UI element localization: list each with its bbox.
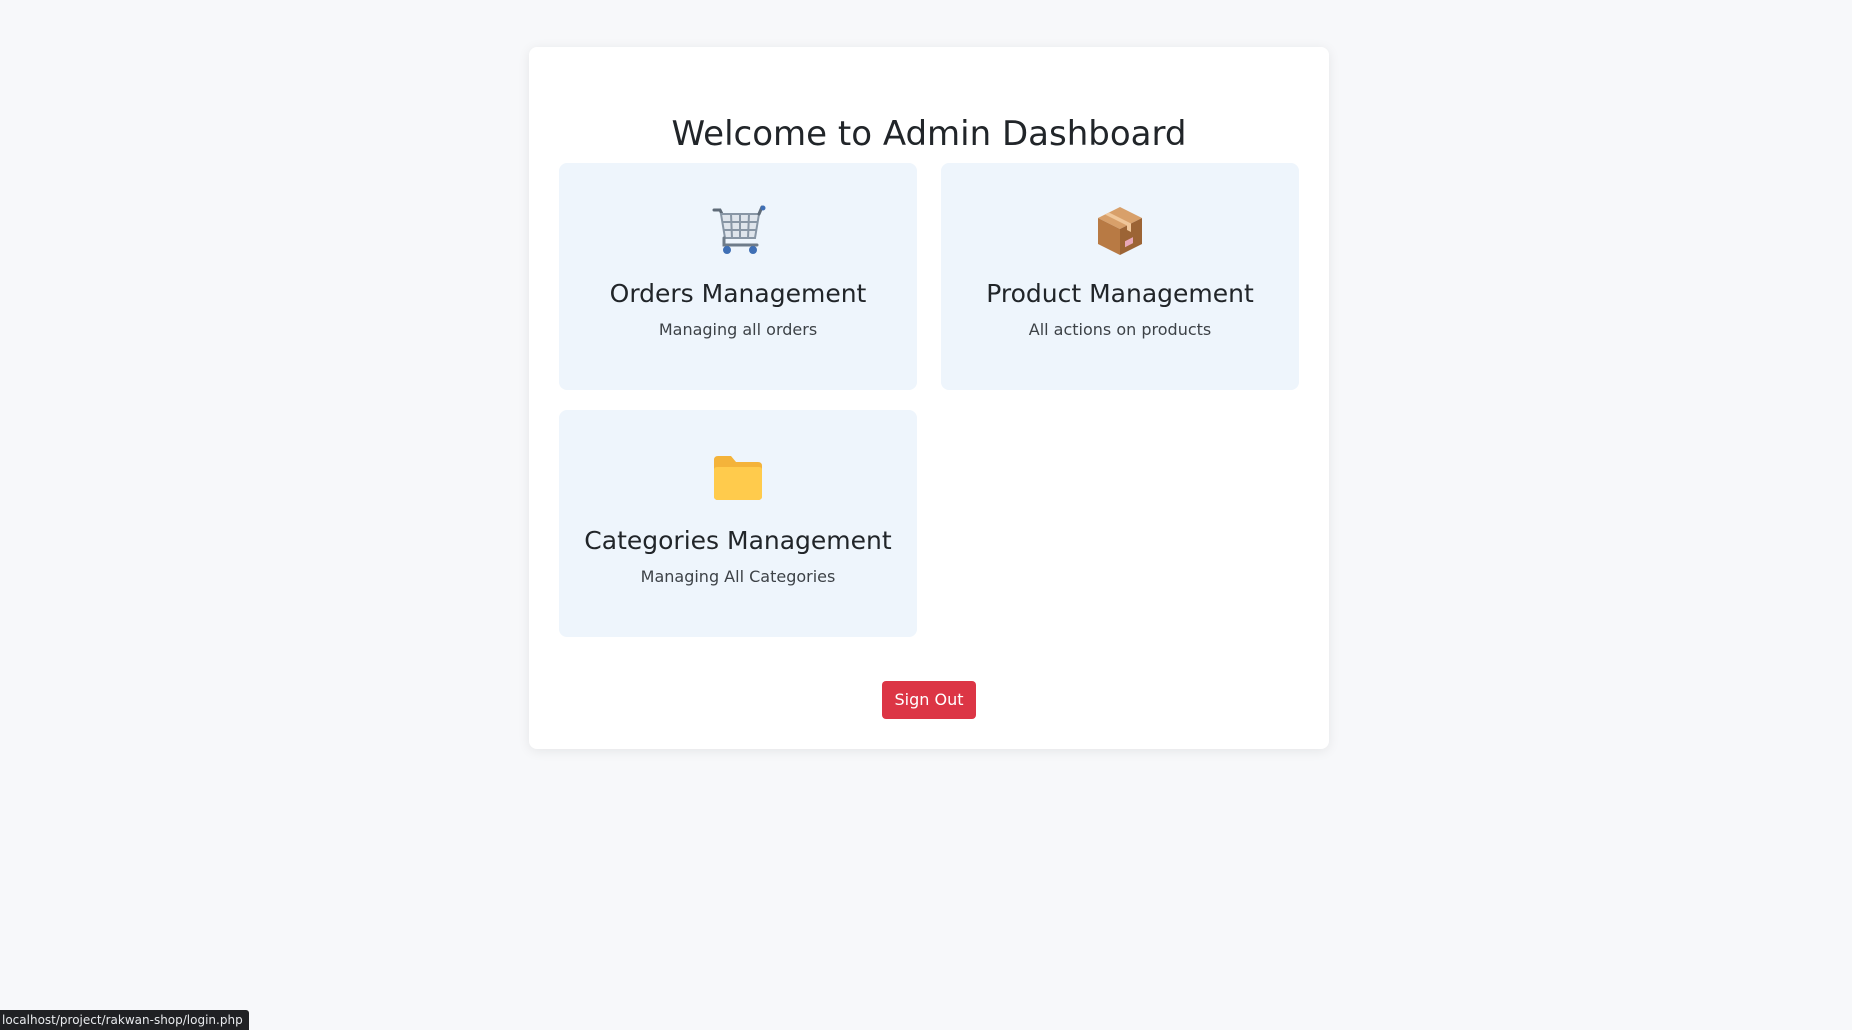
sign-out-button[interactable]: Sign Out [882, 681, 976, 719]
status-bar-url: localhost/project/rakwan-shop/login.php [0, 1010, 249, 1030]
product-card-description: All actions on products [1028, 320, 1212, 339]
categories-management-card[interactable]: Categories Management Managing All Categ… [559, 410, 917, 637]
shopping-cart-icon [559, 203, 917, 259]
categories-card-description: Managing All Categories [640, 567, 836, 586]
orders-card-description: Managing all orders [658, 320, 818, 339]
orders-card-title: Orders Management [609, 279, 867, 308]
folder-icon [559, 450, 917, 506]
product-management-card[interactable]: Product Management All actions on produc… [941, 163, 1299, 390]
page-title: Welcome to Admin Dashboard [671, 114, 1187, 154]
dashboard-panel: Welcome to Admin Dashboard Orders Manage… [529, 47, 1329, 749]
orders-management-card[interactable]: Orders Management Managing all orders [559, 163, 917, 390]
categories-card-title: Categories Management [584, 526, 892, 555]
product-card-title: Product Management [986, 279, 1254, 308]
package-box-icon [941, 203, 1299, 259]
